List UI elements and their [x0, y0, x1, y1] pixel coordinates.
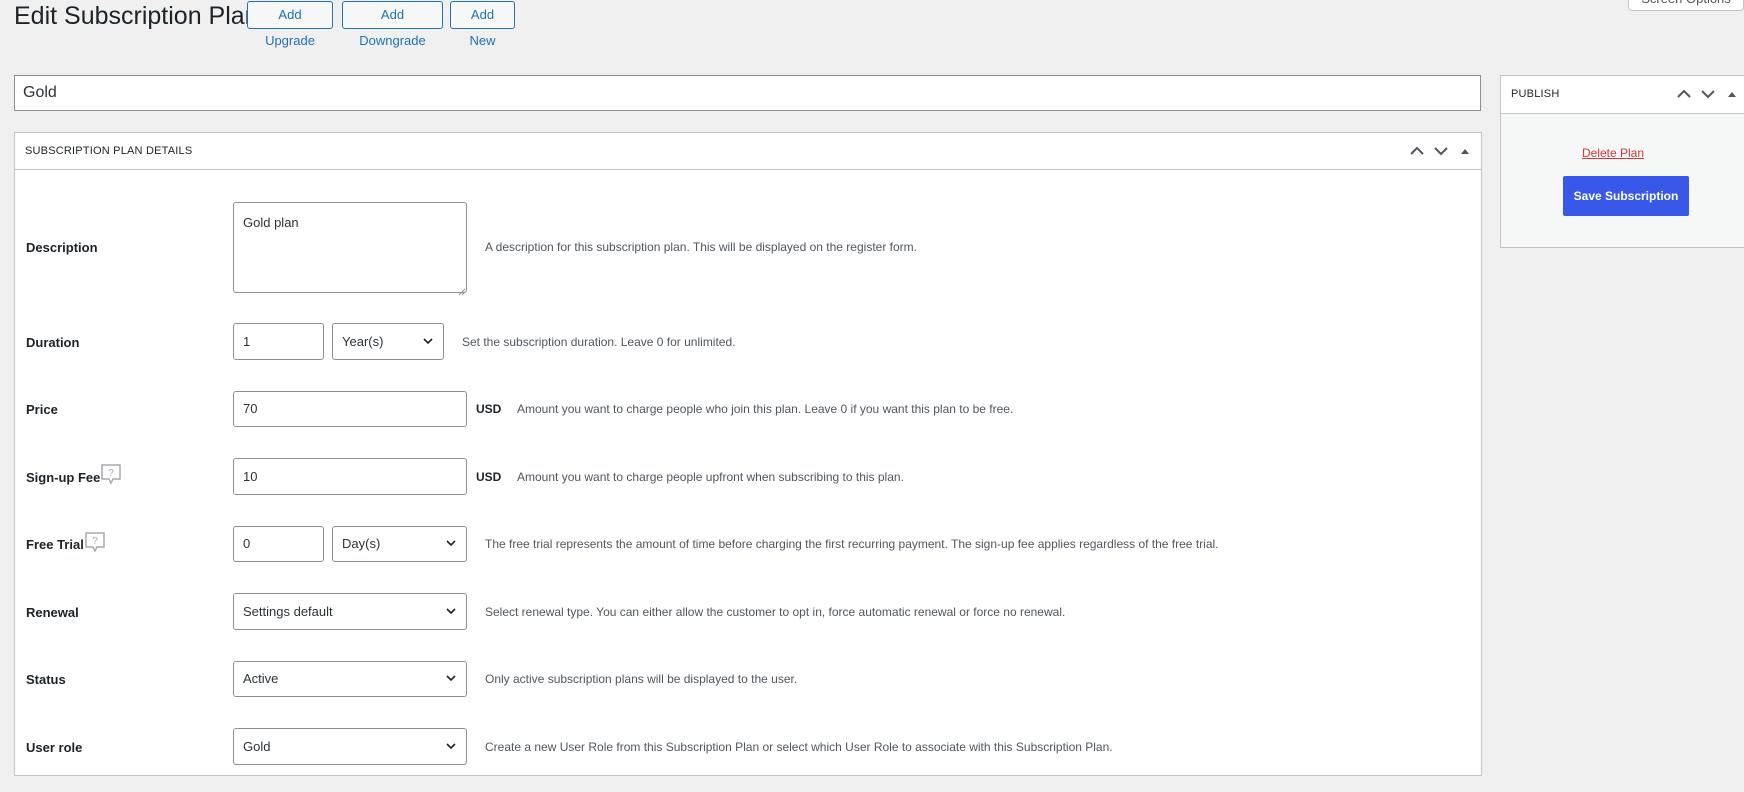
details-box-title: SUBSCRIPTION PLAN DETAILS — [25, 145, 193, 157]
duration-unit-select[interactable]: Year(s) — [332, 323, 444, 360]
delete-plan-link[interactable]: Delete Plan — [1501, 146, 1725, 160]
signup-fee-label: Sign-up Fee — [26, 470, 101, 485]
svg-text:?: ? — [92, 536, 98, 547]
signup-fee-input[interactable]: 10 — [233, 458, 467, 495]
help-tooltip-icon[interactable]: ? — [84, 531, 106, 553]
user-role-select[interactable]: Gold — [233, 728, 467, 765]
signup-fee-help: Amount you want to charge people upfront… — [517, 470, 904, 484]
price-label: Price — [26, 402, 58, 417]
price-help: Amount you want to charge people who joi… — [517, 402, 1014, 416]
signup-fee-currency: USD — [476, 470, 502, 484]
chevron-down-icon — [446, 675, 456, 682]
duration-input[interactable]: 1 — [233, 323, 324, 360]
description-help: A description for this subscription plan… — [485, 240, 917, 254]
user-role-label: User role — [26, 740, 83, 755]
details-box-header: SUBSCRIPTION PLAN DETAILS — [15, 133, 1481, 170]
renewal-select[interactable]: Settings default — [233, 593, 467, 630]
publish-box: PUBLISH Delete Plan Save Subscription — [1500, 75, 1744, 248]
move-up-icon[interactable] — [1675, 85, 1693, 103]
chevron-down-icon — [423, 337, 433, 344]
free-trial-help: The free trial represents the amount of … — [485, 537, 1219, 551]
toggle-panel-icon[interactable] — [1456, 142, 1474, 160]
free-trial-unit-select[interactable]: Day(s) — [332, 526, 467, 562]
free-trial-unit-value: Day(s) — [342, 536, 381, 551]
chevron-down-icon — [446, 742, 456, 749]
move-up-icon[interactable] — [1408, 142, 1426, 160]
price-input[interactable]: 70 — [233, 391, 467, 427]
add-upgrade-button[interactable]: Add Upgrade — [247, 1, 333, 48]
renewal-help: Select renewal type. You can either allo… — [485, 605, 1066, 619]
renewal-value: Settings default — [243, 604, 333, 619]
status-label: Status — [26, 672, 66, 687]
status-value: Active — [243, 671, 279, 686]
user-role-help: Create a new User Role from this Subscri… — [485, 740, 1113, 754]
toggle-panel-icon[interactable] — [1723, 85, 1741, 103]
chevron-down-icon — [446, 607, 456, 614]
user-role-value: Gold — [243, 739, 271, 754]
add-downgrade-button[interactable]: Add Downgrade — [342, 1, 443, 48]
svg-text:?: ? — [108, 468, 114, 479]
subscription-plan-details-box: SUBSCRIPTION PLAN DETAILS Description Go… — [14, 132, 1482, 776]
duration-unit-value: Year(s) — [342, 334, 384, 349]
move-down-icon[interactable] — [1432, 142, 1450, 160]
help-tooltip-icon[interactable]: ? — [100, 463, 122, 485]
add-new-button[interactable]: Add New — [450, 1, 515, 48]
screen-options-button[interactable]: Screen Options — [1628, 0, 1744, 11]
price-currency: USD — [476, 402, 502, 416]
free-trial-label: Free Trial — [26, 537, 84, 552]
description-label: Description — [26, 240, 98, 255]
publish-box-title: PUBLISH — [1511, 88, 1560, 100]
duration-label: Duration — [26, 335, 80, 350]
status-select[interactable]: Active — [233, 661, 467, 697]
resize-handle-icon[interactable] — [458, 283, 466, 301]
status-help: Only active subscription plans will be d… — [485, 672, 798, 686]
publish-box-header: PUBLISH — [1501, 76, 1744, 114]
duration-help: Set the subscription duration. Leave 0 f… — [462, 335, 736, 349]
description-textarea[interactable]: Gold plan — [233, 202, 467, 293]
move-down-icon[interactable] — [1699, 85, 1717, 103]
renewal-label: Renewal — [26, 605, 79, 620]
page-title: Edit Subscription Plan — [14, 2, 259, 30]
chevron-down-icon — [446, 540, 456, 547]
save-subscription-button[interactable]: Save Subscription — [1563, 176, 1689, 216]
free-trial-input[interactable]: 0 — [233, 526, 324, 562]
plan-name-input[interactable]: Gold — [14, 75, 1481, 111]
